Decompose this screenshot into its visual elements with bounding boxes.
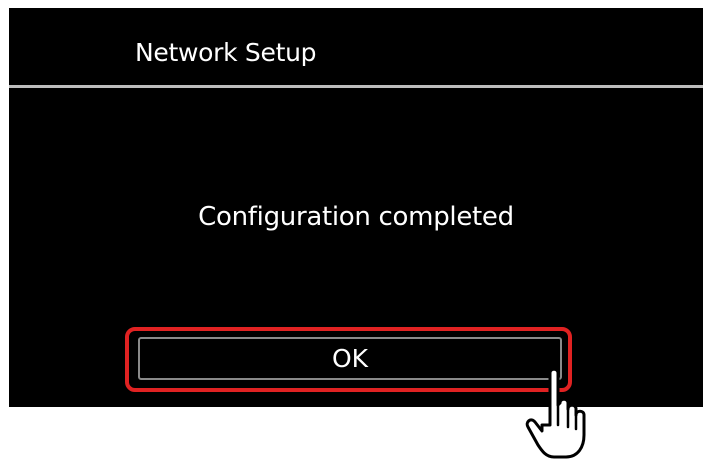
title-divider <box>9 85 703 88</box>
tap-hand-icon <box>525 367 586 459</box>
status-message: Configuration completed <box>198 202 514 232</box>
dialog-title: Network Setup <box>135 38 317 67</box>
ok-button[interactable]: OK <box>138 337 562 380</box>
